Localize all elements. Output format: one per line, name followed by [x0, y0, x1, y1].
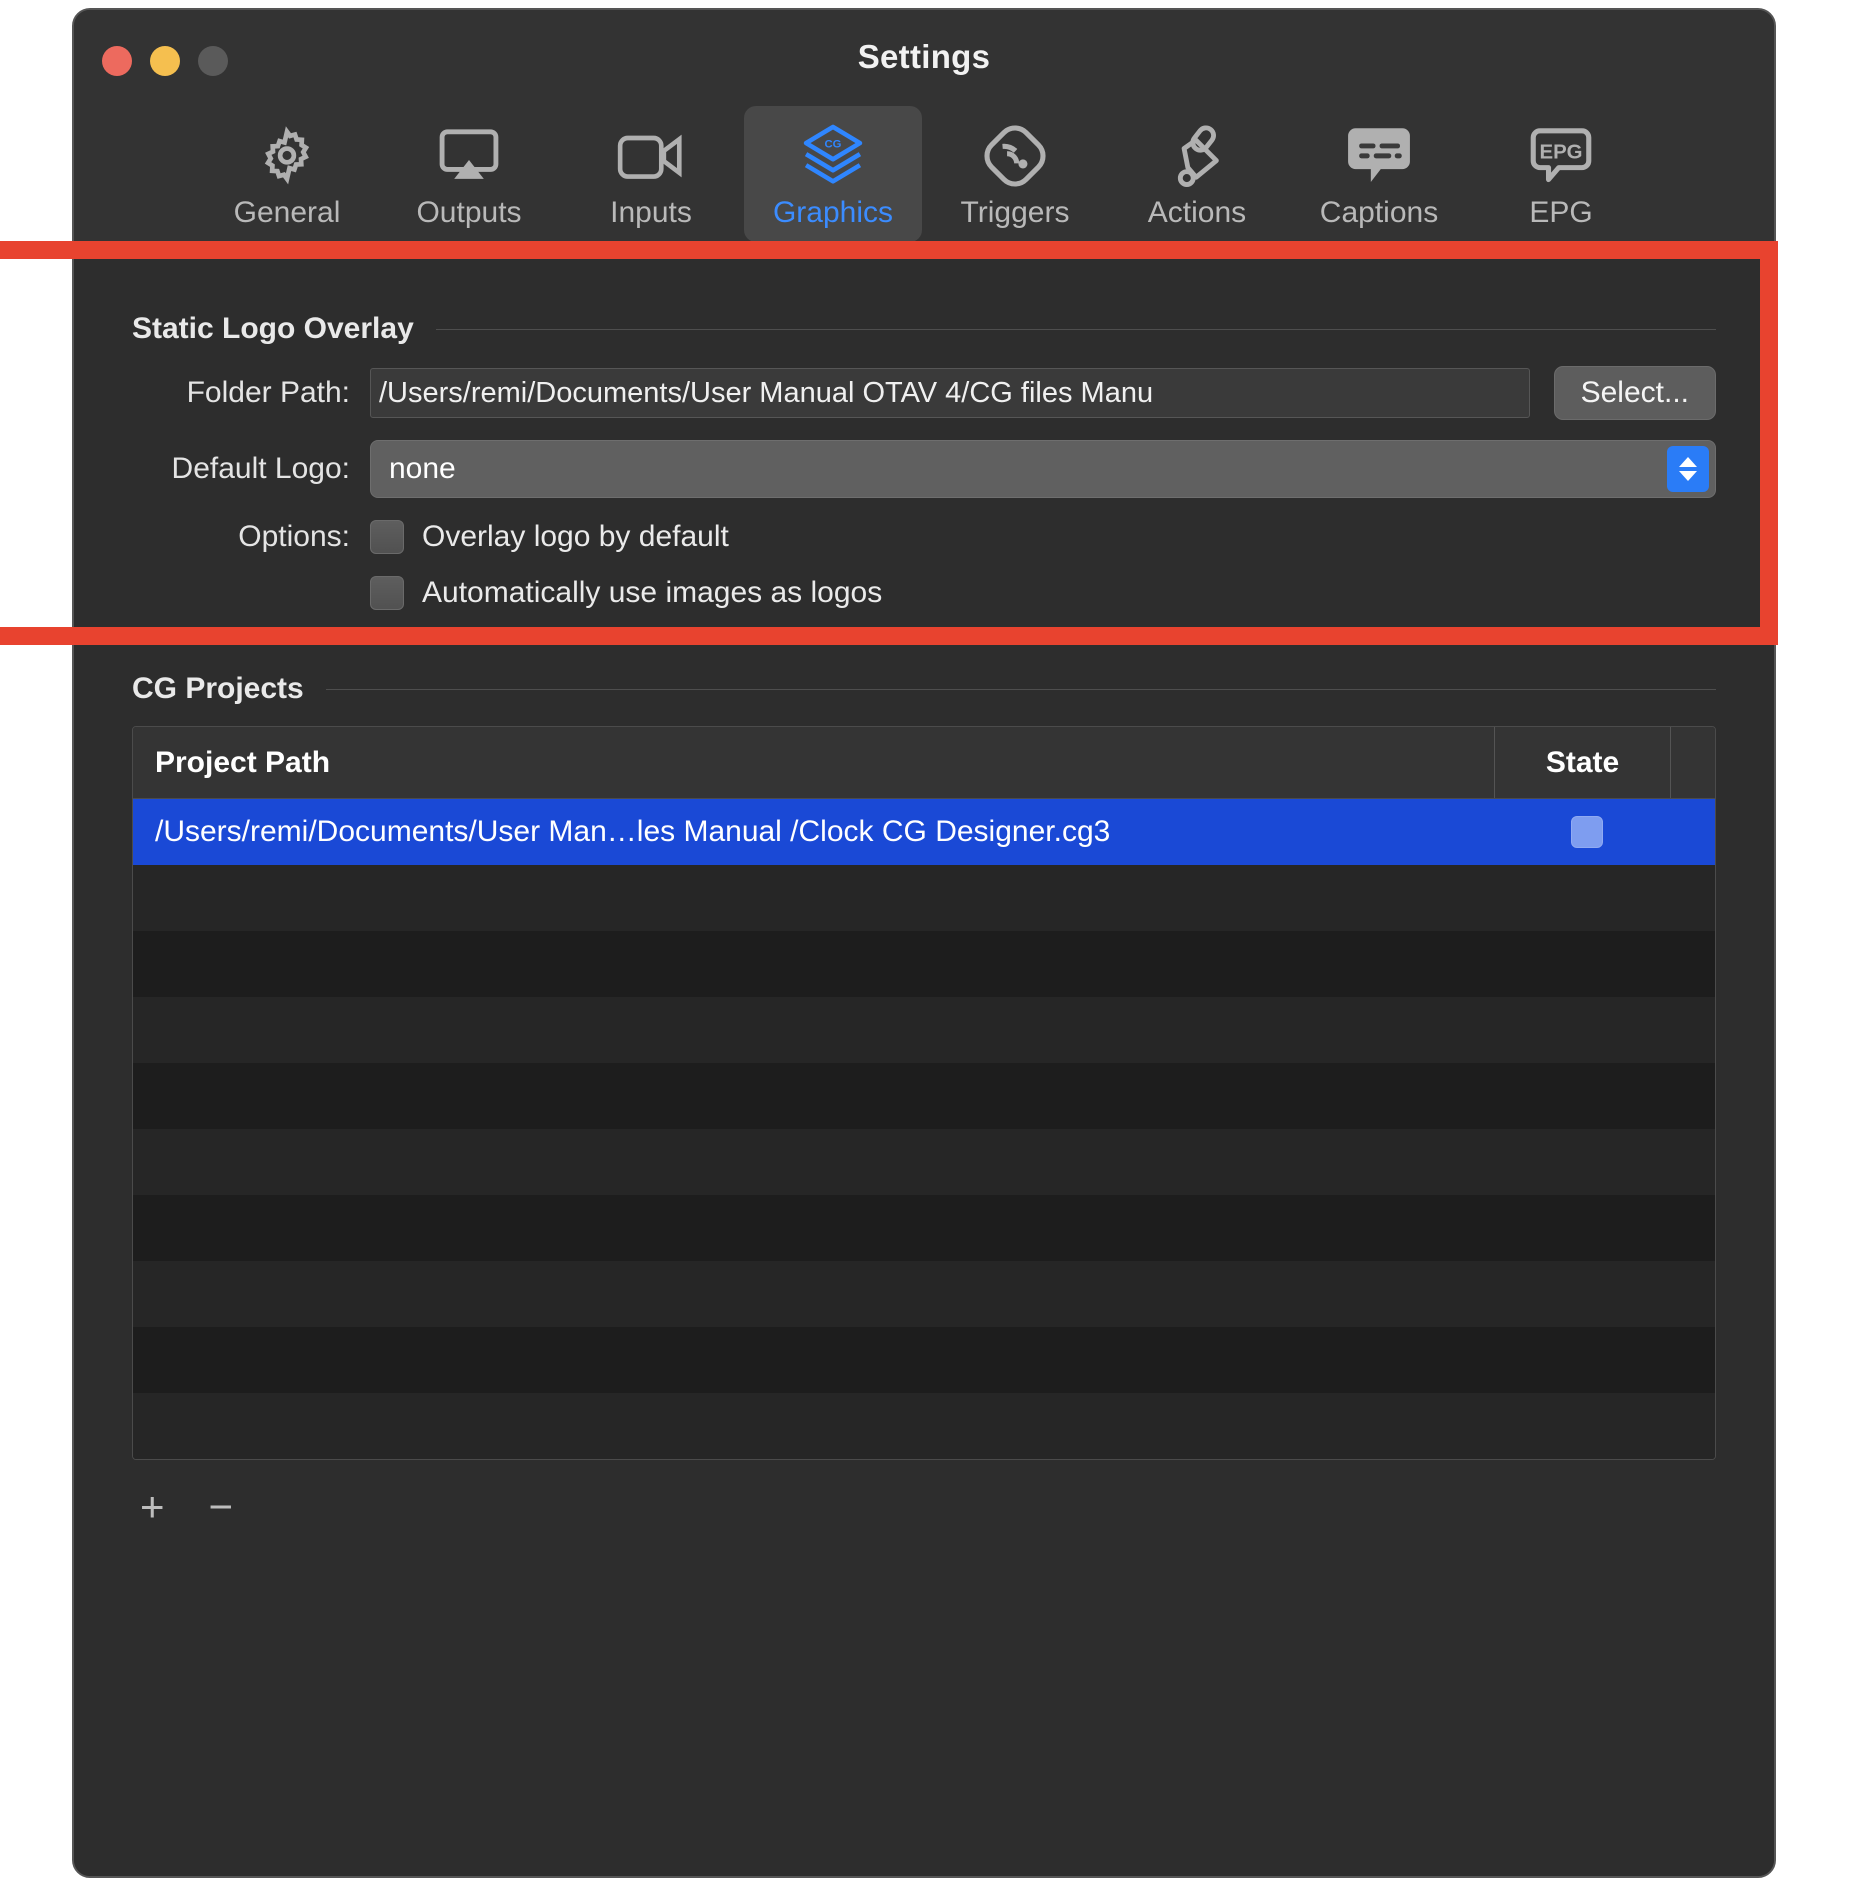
toolbar-label-actions: Actions — [1147, 196, 1247, 229]
folder-path-label: Folder Path: — [186, 376, 350, 409]
airplay-icon — [434, 120, 504, 192]
section-divider — [435, 328, 1716, 330]
default-logo-label: Default Logo: — [171, 452, 350, 485]
row-project-path: /Users/remi/Documents/User Man…les Manua… — [155, 815, 1111, 848]
paint-roller-icon — [1165, 120, 1229, 192]
toolbar-label-outputs: Outputs — [416, 196, 522, 229]
overlay-logo-by-default-label: Overlay logo by default — [422, 520, 729, 553]
toolbar-item-inputs[interactable]: Inputs — [562, 106, 740, 242]
table-row[interactable] — [133, 1261, 1715, 1327]
default-logo-dropdown[interactable]: none — [370, 440, 1716, 498]
settings-content: Static Logo Overlay Folder Path: /Users/… — [74, 254, 1774, 1876]
table-row[interactable] — [133, 997, 1715, 1063]
signal-tag-icon — [981, 120, 1049, 192]
section-divider — [325, 688, 1716, 690]
settings-window: Settings General Outputs Inputs CG Graph… — [72, 8, 1776, 1878]
overlay-logo-by-default-checkbox[interactable] — [370, 520, 404, 554]
toolbar-item-outputs[interactable]: Outputs — [380, 106, 558, 242]
epg-bubble-icon: EPG — [1527, 120, 1595, 192]
toolbar-item-general[interactable]: General — [198, 106, 376, 242]
chevron-updown-icon[interactable] — [1667, 446, 1709, 492]
toolbar-label-inputs: Inputs — [610, 196, 692, 229]
video-camera-icon — [615, 120, 687, 192]
gear-icon — [254, 120, 320, 192]
row-state-checkbox[interactable] — [1571, 816, 1603, 848]
select-folder-button[interactable]: Select... — [1553, 366, 1716, 420]
toolbar-item-epg[interactable]: EPG EPG — [1472, 106, 1650, 242]
folder-path-input[interactable]: /Users/remi/Documents/User Manual OTAV 4… — [370, 368, 1530, 418]
table-row[interactable] — [133, 865, 1715, 931]
caption-bubble-icon — [1344, 120, 1414, 192]
svg-text:EPG: EPG — [1539, 141, 1582, 163]
table-row[interactable]: /Users/remi/Documents/User Man…les Manua… — [133, 799, 1715, 865]
table-row[interactable] — [133, 1393, 1715, 1459]
toolbar-item-triggers[interactable]: Triggers — [926, 106, 1104, 242]
static-logo-overlay-section-header: Static Logo Overlay — [74, 312, 1774, 346]
remove-project-button[interactable]: − — [209, 1486, 234, 1528]
cg-projects-section-header: CG Projects — [74, 672, 1774, 706]
toolbar-item-captions[interactable]: Captions — [1290, 106, 1468, 242]
table-row[interactable] — [133, 1129, 1715, 1195]
table-header-row: Project Path State — [133, 727, 1715, 799]
auto-use-images-as-logos-checkbox[interactable] — [370, 576, 404, 610]
table-row[interactable] — [133, 1195, 1715, 1261]
default-logo-value: none — [389, 452, 456, 485]
settings-toolbar: General Outputs Inputs CG Graphics Trigg… — [74, 102, 1774, 254]
option-overlay-logo-row: Options: Overlay logo by default — [74, 520, 1774, 554]
row-state-cell[interactable] — [1499, 816, 1675, 848]
default-logo-row: Default Logo: none — [74, 440, 1774, 498]
table-footer-controls: + − — [74, 1460, 1774, 1528]
window-title: Settings — [857, 38, 991, 75]
svg-text:CG: CG — [825, 138, 842, 150]
auto-use-images-as-logos-label: Automatically use images as logos — [422, 576, 883, 609]
static-logo-overlay-title: Static Logo Overlay — [132, 312, 414, 345]
toolbar-label-epg: EPG — [1529, 196, 1593, 229]
toolbar-label-general: General — [233, 196, 341, 229]
options-label: Options: — [238, 520, 350, 553]
folder-path-row: Folder Path: /Users/remi/Documents/User … — [74, 366, 1774, 420]
window-titlebar: Settings — [74, 10, 1774, 102]
table-row[interactable] — [133, 1063, 1715, 1129]
column-header-spacer — [1670, 727, 1715, 798]
table-row[interactable] — [133, 1327, 1715, 1393]
toolbar-item-graphics[interactable]: CG Graphics — [744, 106, 922, 242]
cg-projects-table: Project Path State /Users/remi/Documents… — [132, 726, 1716, 1460]
add-project-button[interactable]: + — [140, 1486, 165, 1528]
toolbar-label-triggers: Triggers — [960, 196, 1070, 229]
toolbar-item-actions[interactable]: Actions — [1108, 106, 1286, 242]
cg-layers-icon: CG — [797, 120, 869, 192]
option-auto-images-row: Automatically use images as logos — [74, 576, 1774, 610]
toolbar-label-graphics: Graphics — [772, 196, 894, 229]
cg-projects-title: CG Projects — [132, 672, 304, 705]
table-row[interactable] — [133, 931, 1715, 997]
column-header-project-path[interactable]: Project Path — [133, 727, 1494, 798]
toolbar-label-captions: Captions — [1319, 196, 1439, 229]
select-folder-button-wrap: Select... — [1553, 366, 1716, 420]
column-header-state[interactable]: State — [1494, 727, 1670, 798]
